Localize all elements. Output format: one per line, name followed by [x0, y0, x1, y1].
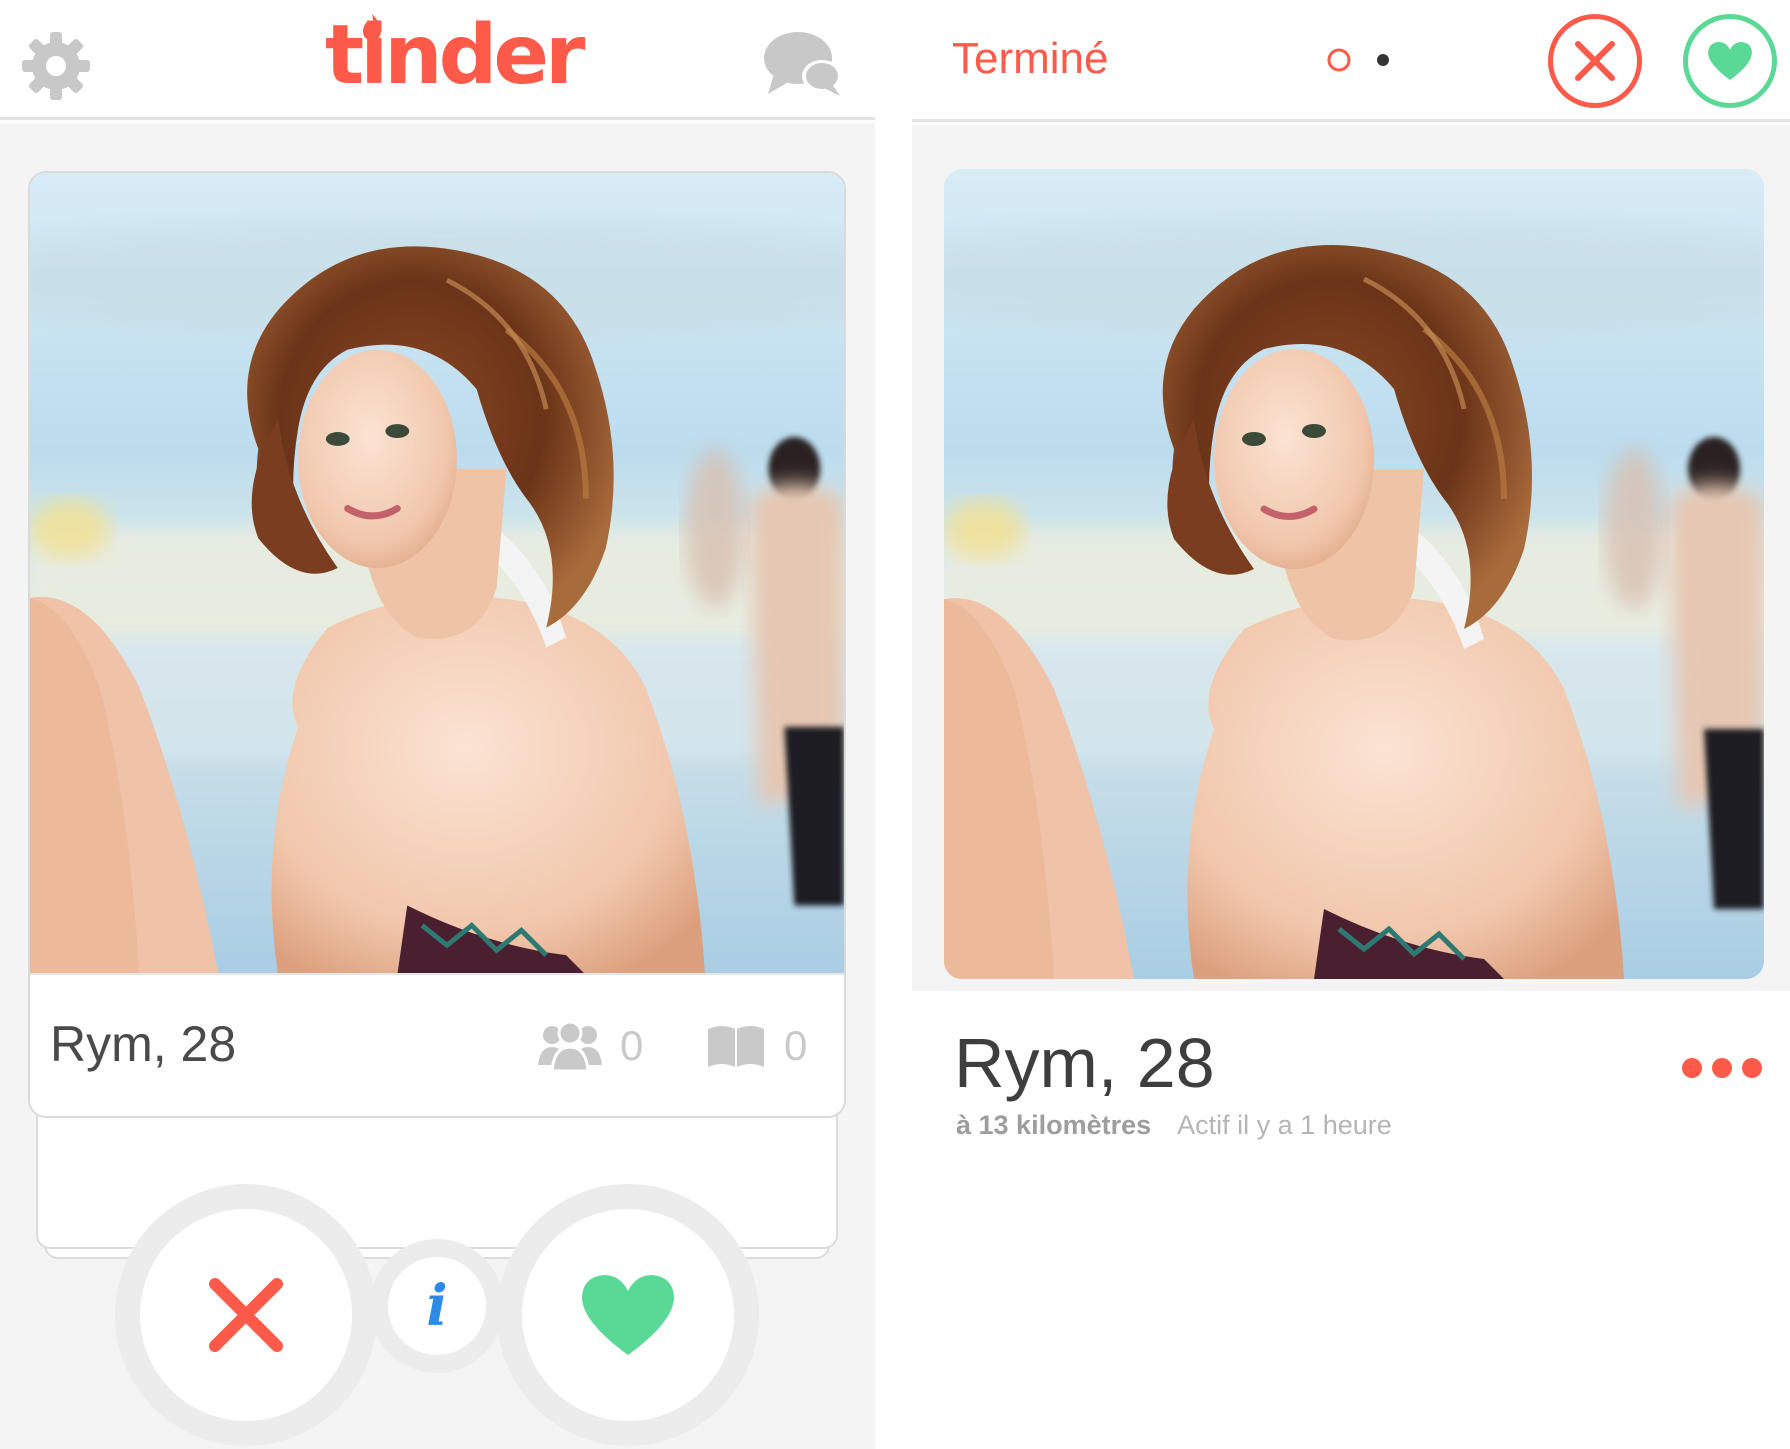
shared-interests-count: 0	[784, 1022, 808, 1069]
profile-detail-screen: Terminé Rym, 28 à 13 kilomètres Actif il…	[912, 0, 1790, 1449]
profile-photo-large[interactable]	[944, 169, 1764, 979]
messages-button[interactable]	[762, 28, 844, 100]
app-header: tinder	[0, 0, 875, 120]
x-circle-icon	[1575, 41, 1615, 81]
distance-text: à 13 kilomètres	[956, 1110, 1152, 1140]
chat-bubbles-icon	[764, 32, 842, 96]
profile-card[interactable]: Rym, 28 0 0	[28, 171, 846, 1118]
heart-circle-icon	[1708, 41, 1752, 81]
card-area: Rym, 28 0 0 i	[0, 123, 875, 1449]
card-name-age: Rym, 28	[50, 1016, 237, 1072]
profile-photo	[30, 173, 844, 973]
settings-button[interactable]	[18, 28, 94, 104]
detail-header: Terminé	[912, 0, 1790, 122]
heart-icon	[582, 1275, 674, 1355]
info-button[interactable]: i	[370, 1239, 504, 1373]
like-header-button[interactable]	[1683, 14, 1777, 108]
more-dots-icon[interactable]	[1680, 1053, 1764, 1083]
people-icon	[538, 1021, 602, 1071]
discovery-screen: tinder Rym, 28 0 0 i	[0, 0, 875, 1449]
page-dots-icon[interactable]	[1327, 48, 1407, 72]
profile-name-age: Rym, 28	[954, 1024, 1215, 1102]
profile-detail: Rym, 28 à 13 kilomètres Actif il y a 1 h…	[912, 125, 1790, 1449]
flame-icon	[363, 14, 381, 40]
like-button[interactable]	[497, 1184, 759, 1446]
gear-icon	[22, 32, 90, 100]
x-icon	[209, 1278, 283, 1352]
book-icon	[708, 1026, 764, 1067]
last-active-text: Actif il y a 1 heure	[1177, 1110, 1392, 1140]
shared-friends: 0	[538, 1019, 643, 1073]
profile-meta: à 13 kilomètres Actif il y a 1 heure	[956, 1110, 1392, 1141]
nope-header-button[interactable]	[1548, 14, 1642, 108]
shared-interests: 0	[706, 1019, 807, 1073]
card-info-bar: Rym, 28 0 0	[30, 973, 844, 1116]
nope-button[interactable]	[115, 1184, 377, 1446]
info-icon: i	[426, 1273, 448, 1339]
shared-friends-count: 0	[620, 1022, 644, 1069]
done-button[interactable]: Terminé	[952, 34, 1109, 84]
